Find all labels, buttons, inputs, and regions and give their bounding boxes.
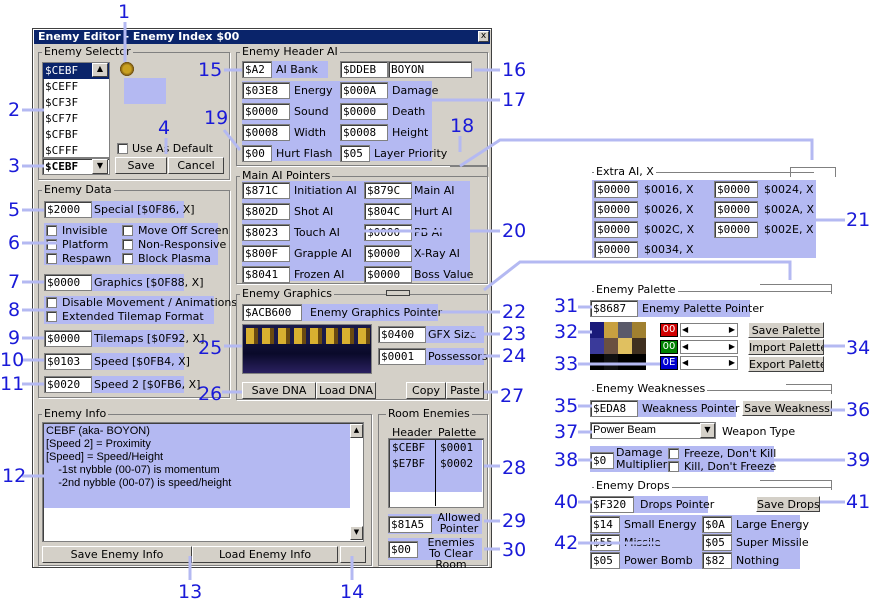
callout-20: 20 xyxy=(502,220,527,242)
callout-3: 3 xyxy=(8,155,21,177)
callout-7: 7 xyxy=(8,271,21,293)
callout-14: 14 xyxy=(340,581,365,603)
callout-34: 34 xyxy=(846,337,871,359)
callout-17: 17 xyxy=(502,89,527,111)
callout-40: 40 xyxy=(554,491,579,513)
callout-24: 24 xyxy=(502,345,527,367)
callout-18: 18 xyxy=(450,115,475,137)
callout-12: 12 xyxy=(2,465,27,487)
callout-15: 15 xyxy=(198,59,223,81)
callout-13: 13 xyxy=(178,581,203,603)
callout-41: 41 xyxy=(846,491,871,513)
callout-36: 36 xyxy=(846,399,871,421)
callout-2: 2 xyxy=(8,99,21,121)
callout-1: 1 xyxy=(118,1,131,23)
callout-28: 28 xyxy=(502,457,527,479)
callout-19: 19 xyxy=(204,107,229,129)
callout-4: 4 xyxy=(158,117,171,139)
callout-30: 30 xyxy=(502,539,527,561)
callout-35: 35 xyxy=(554,395,579,417)
callout-31: 31 xyxy=(554,295,579,317)
callout-lines xyxy=(22,22,845,580)
callout-42: 42 xyxy=(554,532,579,554)
callout-26: 26 xyxy=(198,383,223,405)
callout-8: 8 xyxy=(8,299,21,321)
callout-37: 37 xyxy=(554,421,579,443)
callout-11: 11 xyxy=(0,373,25,395)
callout-32: 32 xyxy=(554,321,579,343)
callout-29: 29 xyxy=(502,510,527,532)
callout-10: 10 xyxy=(0,349,25,371)
callout-22: 22 xyxy=(502,301,527,323)
callout-23: 23 xyxy=(502,323,527,345)
callout-6: 6 xyxy=(8,232,21,254)
callout-25: 25 xyxy=(198,337,223,359)
callout-38: 38 xyxy=(554,449,579,471)
callout-16: 16 xyxy=(502,59,527,81)
callout-21: 21 xyxy=(846,209,871,231)
callout-9: 9 xyxy=(8,327,21,349)
callout-5: 5 xyxy=(8,199,21,221)
callout-27: 27 xyxy=(500,385,525,407)
callout-33: 33 xyxy=(554,353,579,375)
callout-39: 39 xyxy=(846,449,871,471)
